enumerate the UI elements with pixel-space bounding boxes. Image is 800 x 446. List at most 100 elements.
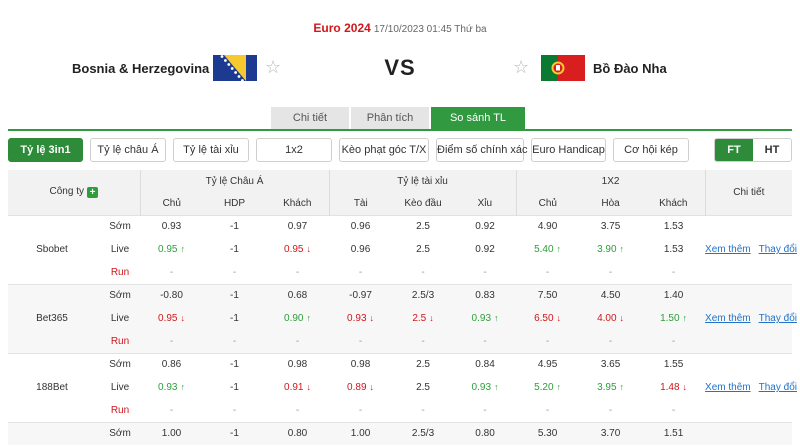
- col-line: Kèo đầu: [392, 192, 455, 215]
- odds-value: -: [671, 404, 676, 416]
- odds-cell: 0.98: [266, 352, 330, 376]
- odds-cell: 0.93: [140, 214, 203, 238]
- euro-handicap-button[interactable]: Euro Handicap: [531, 138, 606, 162]
- odds-value: 0.83: [475, 290, 495, 302]
- odds-value: 0.96: [350, 244, 371, 255]
- correct-score-button[interactable]: Điểm số chính xác: [436, 138, 527, 162]
- odds-cell: 0.68: [266, 283, 330, 307]
- odds-cell: 1.40: [642, 283, 706, 307]
- odds-cell: -: [203, 399, 266, 422]
- odds-cell: 0.95 ↑: [140, 238, 203, 261]
- portugal-flag-icon: [541, 55, 585, 81]
- odds-cell: 1.00: [329, 421, 393, 445]
- 1x2-button[interactable]: 1x2: [256, 138, 332, 162]
- odds-value: 2.5: [416, 221, 430, 233]
- odds-cell: 2.5/3: [392, 421, 455, 445]
- odds-cell: 1.55: [642, 352, 706, 376]
- odds-value: 1.55: [663, 359, 684, 371]
- over-under-button[interactable]: Tỷ lệ tài xỉu: [173, 138, 249, 162]
- away-team-name[interactable]: Bồ Đào Nha: [593, 61, 667, 76]
- odds-value: -: [545, 266, 550, 278]
- company-name[interactable]: 188Bet: [8, 352, 96, 422]
- arrow-up-icon: ↑: [556, 244, 562, 254]
- odds-change-link[interactable]: Thay đổi: [759, 382, 797, 393]
- odds-cell: 0.97: [266, 214, 330, 238]
- tab-analysis[interactable]: Phân tích: [351, 107, 429, 129]
- corner-ou-button[interactable]: Kèo phạt góc T/X: [339, 138, 429, 162]
- odds-value: -: [545, 335, 550, 347]
- ft-button[interactable]: FT: [715, 139, 753, 161]
- arrow-down-icon: ↓: [619, 313, 625, 323]
- odds-cell: -: [266, 399, 330, 422]
- table-row: Sbobet Sớm 0.93 -1 0.97 0.96 2.5 0.92 4.90 3.75 1.…: [8, 214, 797, 284]
- plus-icon[interactable]: +: [86, 187, 98, 199]
- odds-3in1-button[interactable]: Tỷ lệ 3in1: [8, 138, 83, 162]
- odds-value: -: [169, 335, 174, 347]
- col-away: Khách: [266, 192, 330, 215]
- odds-cell: 1.53: [642, 238, 706, 261]
- odds-cell: -1: [203, 421, 266, 445]
- tab-underline: [8, 129, 792, 131]
- odds-value: 0.98: [287, 359, 308, 371]
- view-more-link[interactable]: Xem thêm: [705, 244, 751, 255]
- odds-cell: -1: [203, 376, 266, 399]
- tab-details[interactable]: Chi tiết: [271, 107, 349, 129]
- odds-value: 3.75: [600, 221, 621, 233]
- odds-value: 1.00: [350, 428, 371, 440]
- odds-value: 6.50: [534, 313, 554, 324]
- arrow-up-icon: ↑: [494, 382, 499, 392]
- detail-header: Chi tiết: [704, 170, 793, 215]
- table-row: Run - - - - - - - - -: [8, 330, 792, 353]
- ht-button[interactable]: HT: [753, 139, 791, 161]
- table-row: Live 0.95 ↑ -1 0.95 ↓ 0.96 2.5 0.92 5.40 ↑ 3.90 ↑ 1.5…: [8, 238, 792, 261]
- arrow-up-icon: ↑: [619, 382, 625, 392]
- arrow-down-icon: ↓: [369, 382, 375, 392]
- odds-cell: -: [454, 330, 517, 353]
- odds-cell: -: [579, 399, 643, 422]
- odds-cell: 0.83: [454, 283, 517, 307]
- odds-cell: 0.95 ↓: [140, 307, 203, 330]
- tab-odds-compare[interactable]: So sánh TL: [431, 107, 525, 129]
- arrow-down-icon: ↓: [180, 313, 185, 323]
- league-name[interactable]: Euro 2024: [313, 21, 370, 35]
- odds-value: 3.65: [600, 359, 621, 371]
- odds-value: -: [358, 266, 363, 278]
- odds-value: 0.84: [475, 359, 495, 371]
- odds-change-link[interactable]: Thay đổi: [759, 244, 797, 255]
- odds-value: -: [421, 335, 425, 347]
- odds-cell: 1.53: [642, 214, 706, 238]
- odds-cell: 0.91 ↓: [266, 376, 330, 399]
- arrow-up-icon: ↑: [682, 313, 688, 323]
- odds-change-link[interactable]: Thay đổi: [759, 313, 797, 324]
- odds-cell: -: [579, 330, 643, 353]
- company-name[interactable]: Bet365: [8, 283, 96, 353]
- odds-value: 0.80: [287, 428, 308, 440]
- odds-value: -1: [230, 290, 239, 302]
- odds-value: 3.95: [597, 382, 617, 393]
- arrow-up-icon: ↑: [306, 313, 312, 323]
- odds-cell: 0.84: [454, 352, 517, 376]
- double-chance-button[interactable]: Cơ hội kép: [613, 138, 689, 162]
- company-name[interactable]: Sbobet: [8, 214, 96, 284]
- odds-value: 2.5/3: [411, 290, 435, 302]
- odds-cell: 2.5: [392, 214, 455, 238]
- odds-value: 2.5/3: [411, 428, 435, 440]
- odds-value: -1: [230, 428, 239, 440]
- asian-odds-button[interactable]: Tỷ lệ châu Á: [90, 138, 166, 162]
- odds-value: 0.89: [347, 382, 367, 393]
- company-name[interactable]: [8, 421, 96, 445]
- odds-cell: 0.92: [454, 214, 517, 238]
- favorite-star-icon-away[interactable]: ☆: [513, 57, 529, 77]
- row-type-label: Sớm: [96, 283, 140, 307]
- odds-value: 1.51: [663, 428, 684, 440]
- odds-cell: -: [266, 261, 330, 284]
- arrow-up-icon: ↑: [180, 244, 185, 254]
- view-more-link[interactable]: Xem thêm: [705, 382, 751, 393]
- view-more-link[interactable]: Xem thêm: [705, 313, 751, 324]
- odds-cell: -1: [203, 307, 266, 330]
- odds-cell: 3.75: [579, 214, 643, 238]
- odds-value: 0.86: [161, 359, 182, 371]
- col-1x2-home: Chủ: [515, 192, 580, 215]
- table-row: 188Bet Sớm 0.86 -1 0.98 0.98 2.5 0.84 4.95 3.65 1.…: [8, 352, 797, 422]
- detail-cell: Xem thêm Thay đổi: [705, 352, 797, 422]
